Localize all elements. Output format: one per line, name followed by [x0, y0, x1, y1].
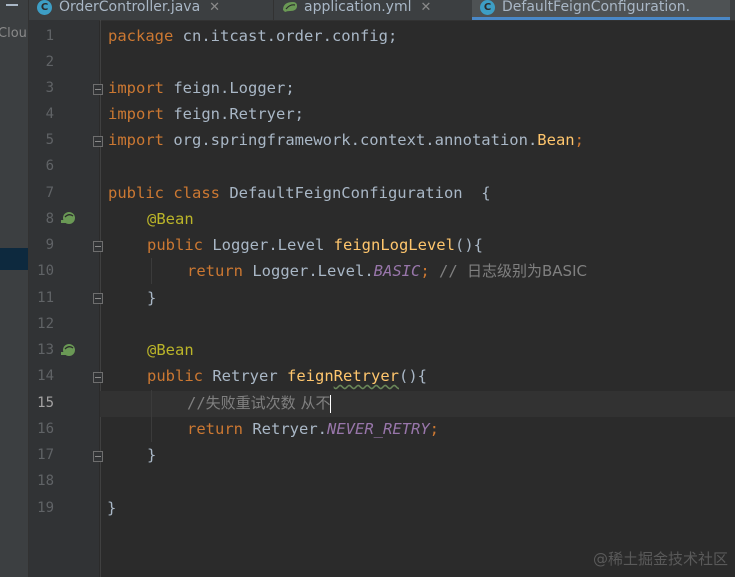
- code-text: Logger.Level: [203, 236, 334, 254]
- fold-marker-icon[interactable]: [93, 241, 103, 252]
- keyword: return: [187, 420, 243, 438]
- current-line-number: 15: [37, 395, 54, 411]
- code-text: feign.Logger;: [164, 79, 295, 97]
- tab-application-yml[interactable]: application.yml ✕: [281, 0, 431, 20]
- code-line-15: //失败重试次数 从不: [187, 390, 332, 416]
- code-line-11: }: [147, 289, 157, 307]
- line-number: 10: [37, 263, 54, 279]
- line-number: 2: [45, 54, 54, 70]
- code-text: (){: [454, 236, 483, 254]
- code-line-7: public class DefaultFeignConfiguration {: [108, 180, 491, 206]
- line-number: 14: [37, 368, 54, 384]
- line-number: 9: [45, 237, 54, 253]
- code-line-9: public Logger.Level feignLogLevel(){: [147, 232, 483, 258]
- method-name: feignLogLevel: [333, 236, 455, 254]
- code-text: DefaultFeignConfiguration {: [219, 184, 491, 202]
- code-line-17: }: [147, 446, 157, 464]
- code-line-13: @Bean: [147, 337, 194, 363]
- line-number: 17: [37, 447, 54, 463]
- keyword: public: [147, 367, 203, 385]
- static-constant: BASIC: [373, 262, 421, 280]
- keyword: import: [108, 79, 164, 97]
- close-icon[interactable]: ✕: [421, 0, 432, 15]
- project-panel-strip[interactable]: Clou: [0, 0, 29, 577]
- java-class-icon: C: [480, 0, 495, 15]
- project-tree-selection[interactable]: [0, 248, 28, 270]
- code-text: org.springframework.context.annotation.: [164, 131, 538, 149]
- fold-marker-icon[interactable]: [93, 451, 103, 462]
- line-number: 12: [37, 316, 54, 332]
- code-line-14: public Retryer feignRetryer(){: [147, 363, 427, 389]
- close-icon[interactable]: ✕: [209, 0, 220, 15]
- spring-yml-icon: [283, 2, 297, 12]
- code-text: Retryer: [203, 367, 287, 385]
- keyword: public class: [108, 184, 220, 202]
- keyword: return: [187, 262, 243, 280]
- tab-label: application.yml: [304, 0, 412, 15]
- semicolon: ;: [429, 420, 439, 438]
- line-number: 5: [45, 132, 54, 148]
- line-number: 3: [45, 80, 54, 96]
- line-number: 6: [45, 158, 54, 174]
- semicolon: ;: [420, 262, 430, 280]
- line-number: 8: [45, 211, 54, 227]
- line-number: 16: [37, 421, 54, 437]
- indent-guide: [151, 258, 152, 284]
- annotation: @Bean: [147, 210, 194, 228]
- annotation: @Bean: [147, 341, 194, 359]
- keyword: import: [108, 131, 164, 149]
- fold-marker-icon[interactable]: [93, 136, 103, 147]
- fold-marker-icon[interactable]: [93, 372, 103, 383]
- code-line-10: return Logger.Level.BASIC; // 日志级别为BASIC: [187, 258, 587, 284]
- editor-tab-bar: C OrderController.java ✕ application.yml…: [29, 0, 735, 21]
- line-number: 7: [45, 185, 54, 201]
- class-name: Bean: [537, 131, 575, 149]
- tab-order-controller[interactable]: C OrderController.java ✕: [37, 0, 220, 20]
- line-number: 1: [45, 28, 54, 44]
- code-line-16: return Retryer.NEVER_RETRY;: [187, 416, 439, 442]
- text-caret: [330, 394, 332, 413]
- keyword: package: [108, 27, 174, 45]
- project-tree-item[interactable]: Clou: [0, 26, 27, 41]
- comment: //: [429, 262, 467, 280]
- line-number: 18: [37, 473, 54, 489]
- fold-marker-icon[interactable]: [93, 84, 103, 95]
- code-text: Retryer.: [243, 420, 327, 438]
- code-line-19: }: [107, 499, 117, 517]
- line-number: 11: [37, 290, 54, 306]
- java-class-icon: C: [37, 0, 52, 15]
- code-line-3: import feign.Logger;: [108, 75, 295, 101]
- line-number: 4: [45, 106, 54, 122]
- code-text: feign.Retryer;: [164, 105, 304, 123]
- method-name: feign: [287, 367, 334, 385]
- comment: //: [187, 394, 206, 412]
- code-text: (){: [399, 367, 427, 385]
- tab-default-feign-configuration[interactable]: C DefaultFeignConfiguration.: [472, 0, 731, 20]
- semicolon: ;: [574, 131, 584, 149]
- watermark: @稀土掘金技术社区: [592, 550, 728, 568]
- fold-marker-icon[interactable]: [93, 293, 103, 304]
- code-text: Logger.Level.: [243, 262, 374, 280]
- collapse-icon[interactable]: [6, 4, 18, 6]
- tab-label: OrderController.java: [59, 0, 201, 15]
- code-line-4: import feign.Retryer;: [108, 101, 304, 127]
- code-line-8: @Bean: [147, 206, 194, 232]
- keyword: public: [147, 236, 203, 254]
- code-text: cn.itcast.order.config;: [173, 27, 398, 45]
- line-number: 19: [37, 500, 54, 516]
- keyword: import: [108, 105, 164, 123]
- comment-text: 日志级别为BASIC: [467, 262, 587, 280]
- spring-bean-icon[interactable]: [59, 343, 77, 357]
- spring-bean-icon[interactable]: [59, 211, 77, 225]
- code-line-5: import org.springframework.context.annot…: [108, 127, 584, 153]
- static-constant: NEVER_RETRY: [327, 420, 430, 438]
- indent-guide: [151, 390, 152, 442]
- line-number: 13: [37, 342, 54, 358]
- method-name-typo: Retryer: [333, 367, 399, 385]
- tab-label: DefaultFeignConfiguration.: [502, 0, 691, 15]
- comment-text: 失败重试次数 从不: [205, 394, 331, 412]
- code-line-1: package cn.itcast.order.config;: [108, 23, 397, 49]
